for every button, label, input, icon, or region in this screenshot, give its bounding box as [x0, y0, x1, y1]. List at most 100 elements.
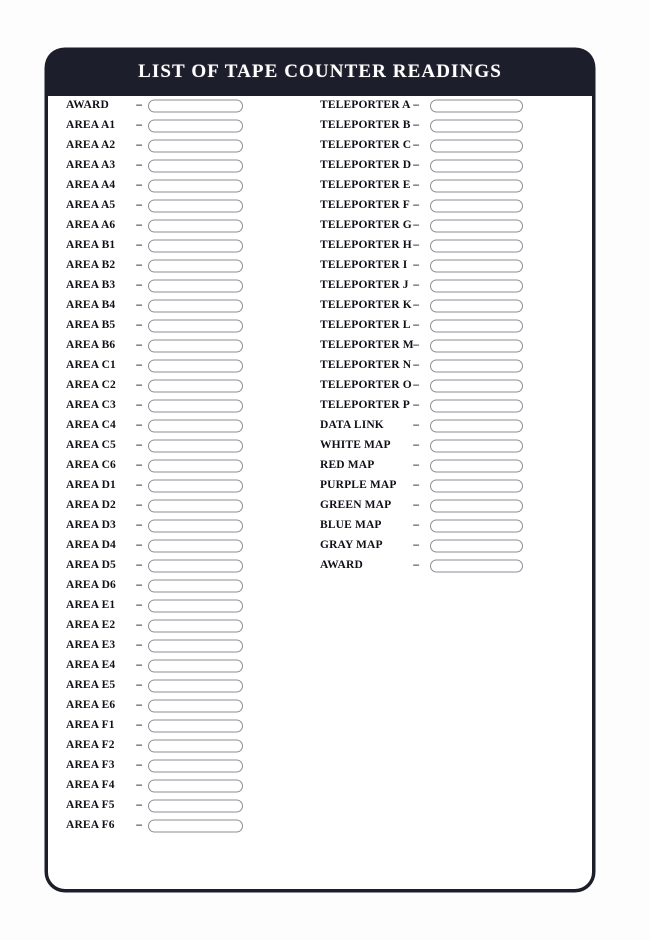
area-reading-input[interactable]: [148, 539, 243, 553]
area-reading-input[interactable]: [148, 99, 243, 113]
reading-row: TELEPORTER O –: [320, 376, 530, 396]
reading-row: TELEPORTER M –: [320, 336, 530, 356]
reading-row: AREA C1 –: [66, 356, 266, 376]
area-reading-input[interactable]: [148, 139, 243, 153]
teleporter-reading-input[interactable]: [430, 179, 523, 193]
teleporter-reading-input[interactable]: [430, 239, 523, 253]
reading-row: AREA C5 –: [66, 436, 266, 456]
teleporter-reading-input[interactable]: [430, 459, 523, 473]
area-reading-input[interactable]: [148, 399, 243, 413]
reading-row: AREA F2 –: [66, 736, 266, 756]
teleporter-reading-input[interactable]: [430, 359, 523, 373]
teleporter-reading-input[interactable]: [430, 159, 523, 173]
teleporter-reading-input[interactable]: [430, 259, 523, 273]
dash-separator: –: [136, 639, 142, 652]
teleporter-reading-input[interactable]: [430, 339, 523, 353]
area-reading-input[interactable]: [148, 619, 243, 633]
teleporter-reading-input[interactable]: [430, 99, 523, 113]
dash-separator: –: [413, 459, 419, 472]
dash-separator: –: [413, 239, 419, 252]
area-reading-input[interactable]: [148, 519, 243, 533]
area-reading-label: AREA C2: [66, 379, 116, 392]
teleporter-reading-input[interactable]: [430, 499, 523, 513]
area-reading-input[interactable]: [148, 719, 243, 733]
area-reading-input[interactable]: [148, 819, 243, 833]
area-reading-label: AREA B6: [66, 339, 116, 352]
area-reading-input[interactable]: [148, 499, 243, 513]
area-reading-input[interactable]: [148, 299, 243, 313]
teleporter-reading-input[interactable]: [430, 539, 523, 553]
area-reading-input[interactable]: [148, 779, 243, 793]
area-reading-input[interactable]: [148, 159, 243, 173]
area-reading-input[interactable]: [148, 359, 243, 373]
teleporter-reading-label: TELEPORTER A: [320, 99, 411, 112]
area-reading-input[interactable]: [148, 199, 243, 213]
area-reading-input[interactable]: [148, 659, 243, 673]
area-reading-input[interactable]: [148, 579, 243, 593]
dash-separator: –: [136, 499, 142, 512]
area-reading-input[interactable]: [148, 259, 243, 273]
teleporter-reading-input[interactable]: [430, 119, 523, 133]
teleporter-reading-label: TELEPORTER N: [320, 359, 412, 372]
dash-separator: –: [136, 619, 142, 632]
card-body: AWARD – AREA A1– AREA A2– AREA A3– AREA A4– AR…: [48, 96, 592, 889]
area-reading-input[interactable]: [148, 679, 243, 693]
area-reading-label: AREA A3: [66, 159, 116, 172]
area-reading-label: AREA C4: [66, 419, 116, 432]
area-reading-input[interactable]: [148, 599, 243, 613]
dash-separator: –: [136, 479, 142, 492]
area-reading-label: AREA C3: [66, 399, 116, 412]
reading-row: AREA A2 –: [66, 136, 266, 156]
area-reading-input[interactable]: [148, 279, 243, 293]
teleporter-reading-input[interactable]: [430, 479, 523, 493]
teleporter-reading-input[interactable]: [430, 379, 523, 393]
dash-separator: –: [136, 599, 142, 612]
teleporter-reading-input[interactable]: [430, 419, 523, 433]
area-reading-input[interactable]: [148, 339, 243, 353]
area-reading-input[interactable]: [148, 759, 243, 773]
area-reading-input[interactable]: [148, 239, 243, 253]
teleporter-reading-input[interactable]: [430, 139, 523, 153]
reading-row: AREA B3 –: [66, 276, 266, 296]
teleporter-reading-input[interactable]: [430, 319, 523, 333]
dash-separator: –: [136, 659, 142, 672]
dash-separator: –: [136, 319, 142, 332]
area-reading-input[interactable]: [148, 639, 243, 653]
teleporter-reading-input[interactable]: [430, 439, 523, 453]
reading-row: TELEPORTER A –: [320, 96, 530, 116]
area-reading-input[interactable]: [148, 439, 243, 453]
area-reading-label: AREA D6: [66, 579, 116, 592]
teleporter-reading-input[interactable]: [430, 299, 523, 313]
teleporter-reading-label: TELEPORTER L: [320, 319, 411, 332]
teleporter-reading-input[interactable]: [430, 199, 523, 213]
area-reading-input[interactable]: [148, 319, 243, 333]
dash-separator: –: [136, 579, 142, 592]
area-reading-input[interactable]: [148, 799, 243, 813]
area-reading-input[interactable]: [148, 379, 243, 393]
reading-row: AREA A1 –: [66, 116, 266, 136]
area-reading-input[interactable]: [148, 739, 243, 753]
teleporter-reading-input[interactable]: [430, 399, 523, 413]
teleporter-reading-input[interactable]: [430, 219, 523, 233]
reading-row: AREA E4 –: [66, 656, 266, 676]
dash-separator: –: [136, 279, 142, 292]
teleporter-reading-input[interactable]: [430, 519, 523, 533]
dash-separator: –: [136, 379, 142, 392]
teleporter-reading-label: AWARD: [320, 559, 363, 572]
area-reading-input[interactable]: [148, 119, 243, 133]
area-reading-input[interactable]: [148, 419, 243, 433]
reading-row: AREA A5 –: [66, 196, 266, 216]
area-reading-input[interactable]: [148, 179, 243, 193]
area-reading-label: AREA D1: [66, 479, 116, 492]
reading-row: AREA F6 –: [66, 816, 266, 836]
area-reading-input[interactable]: [148, 219, 243, 233]
reading-row: AREA B1 –: [66, 236, 266, 256]
teleporter-reading-input[interactable]: [430, 559, 523, 573]
dash-separator: –: [413, 299, 419, 312]
area-reading-input[interactable]: [148, 479, 243, 493]
area-reading-input[interactable]: [148, 459, 243, 473]
teleporter-reading-input[interactable]: [430, 279, 523, 293]
area-reading-input[interactable]: [148, 699, 243, 713]
area-reading-label: AREA C5: [66, 439, 116, 452]
area-reading-input[interactable]: [148, 559, 243, 573]
